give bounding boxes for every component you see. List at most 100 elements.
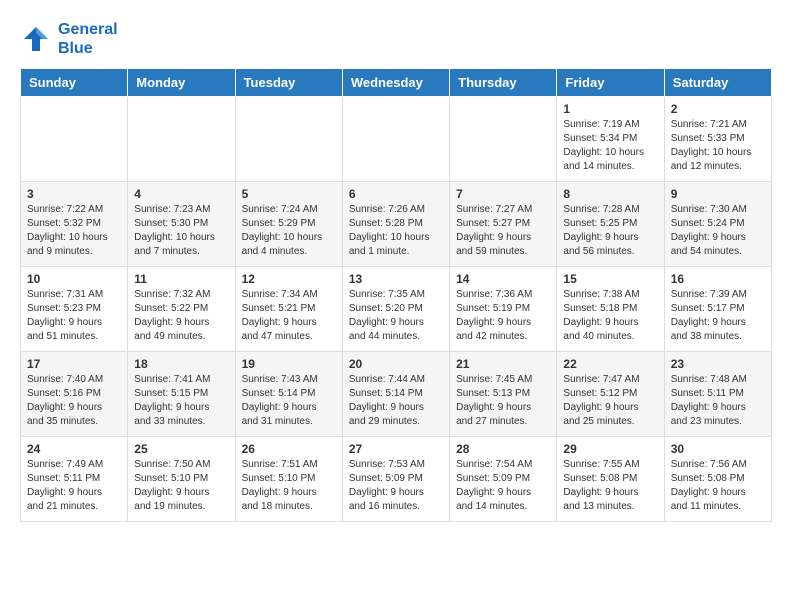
calendar-cell: 9 Sunrise: 7:30 AM Sunset: 5:24 PM Dayli… (664, 182, 771, 267)
calendar-header-saturday: Saturday (664, 69, 771, 97)
page-header: General Blue (20, 20, 772, 58)
day-info: Sunrise: 7:49 AM Sunset: 5:11 PM Dayligh… (27, 458, 121, 514)
daylight-label: Daylight: 9 hours and 27 minutes. (456, 402, 531, 427)
calendar-cell: 5 Sunrise: 7:24 AM Sunset: 5:29 PM Dayli… (235, 182, 342, 267)
sunrise-label: Sunrise: 7:47 AM (563, 374, 639, 385)
day-info: Sunrise: 7:56 AM Sunset: 5:08 PM Dayligh… (671, 458, 765, 514)
calendar-cell: 15 Sunrise: 7:38 AM Sunset: 5:18 PM Dayl… (557, 267, 664, 352)
calendar-cell: 4 Sunrise: 7:23 AM Sunset: 5:30 PM Dayli… (128, 182, 235, 267)
calendar-cell: 26 Sunrise: 7:51 AM Sunset: 5:10 PM Dayl… (235, 437, 342, 522)
sunset-label: Sunset: 5:10 PM (242, 473, 316, 484)
sunrise-label: Sunrise: 7:56 AM (671, 459, 747, 470)
day-number: 18 (134, 357, 228, 371)
day-number: 29 (563, 442, 657, 456)
calendar-cell: 20 Sunrise: 7:44 AM Sunset: 5:14 PM Dayl… (342, 352, 449, 437)
sunrise-label: Sunrise: 7:48 AM (671, 374, 747, 385)
calendar-header-thursday: Thursday (450, 69, 557, 97)
calendar-header-sunday: Sunday (21, 69, 128, 97)
day-number: 27 (349, 442, 443, 456)
sunset-label: Sunset: 5:12 PM (563, 388, 637, 399)
day-info: Sunrise: 7:31 AM Sunset: 5:23 PM Dayligh… (27, 288, 121, 344)
day-number: 11 (134, 272, 228, 286)
day-number: 9 (671, 187, 765, 201)
calendar-header-row: SundayMondayTuesdayWednesdayThursdayFrid… (21, 69, 772, 97)
sunrise-label: Sunrise: 7:50 AM (134, 459, 210, 470)
day-info: Sunrise: 7:39 AM Sunset: 5:17 PM Dayligh… (671, 288, 765, 344)
daylight-label: Daylight: 9 hours and 31 minutes. (242, 402, 317, 427)
sunset-label: Sunset: 5:19 PM (456, 303, 530, 314)
sunset-label: Sunset: 5:25 PM (563, 218, 637, 229)
calendar-cell: 18 Sunrise: 7:41 AM Sunset: 5:15 PM Dayl… (128, 352, 235, 437)
sunset-label: Sunset: 5:33 PM (671, 133, 745, 144)
calendar-cell: 25 Sunrise: 7:50 AM Sunset: 5:10 PM Dayl… (128, 437, 235, 522)
daylight-label: Daylight: 9 hours and 29 minutes. (349, 402, 424, 427)
sunrise-label: Sunrise: 7:22 AM (27, 204, 103, 215)
calendar-cell: 22 Sunrise: 7:47 AM Sunset: 5:12 PM Dayl… (557, 352, 664, 437)
daylight-label: Daylight: 9 hours and 33 minutes. (134, 402, 209, 427)
sunrise-label: Sunrise: 7:26 AM (349, 204, 425, 215)
daylight-label: Daylight: 9 hours and 23 minutes. (671, 402, 746, 427)
sunset-label: Sunset: 5:11 PM (27, 473, 100, 484)
calendar-cell (342, 97, 449, 182)
day-number: 21 (456, 357, 550, 371)
calendar-week-row: 3 Sunrise: 7:22 AM Sunset: 5:32 PM Dayli… (21, 182, 772, 267)
calendar-cell: 19 Sunrise: 7:43 AM Sunset: 5:14 PM Dayl… (235, 352, 342, 437)
calendar-week-row: 10 Sunrise: 7:31 AM Sunset: 5:23 PM Dayl… (21, 267, 772, 352)
day-info: Sunrise: 7:23 AM Sunset: 5:30 PM Dayligh… (134, 203, 228, 259)
calendar-header-friday: Friday (557, 69, 664, 97)
day-number: 4 (134, 187, 228, 201)
daylight-label: Daylight: 9 hours and 59 minutes. (456, 232, 531, 257)
day-number: 23 (671, 357, 765, 371)
daylight-label: Daylight: 10 hours and 4 minutes. (242, 232, 323, 257)
calendar-cell: 2 Sunrise: 7:21 AM Sunset: 5:33 PM Dayli… (664, 97, 771, 182)
calendar-cell (450, 97, 557, 182)
calendar-cell: 29 Sunrise: 7:55 AM Sunset: 5:08 PM Dayl… (557, 437, 664, 522)
sunset-label: Sunset: 5:28 PM (349, 218, 423, 229)
logo-text: General Blue (58, 20, 118, 58)
logo: General Blue (20, 20, 118, 58)
sunset-label: Sunset: 5:09 PM (456, 473, 530, 484)
calendar-cell: 28 Sunrise: 7:54 AM Sunset: 5:09 PM Dayl… (450, 437, 557, 522)
sunset-label: Sunset: 5:18 PM (563, 303, 637, 314)
day-info: Sunrise: 7:32 AM Sunset: 5:22 PM Dayligh… (134, 288, 228, 344)
sunrise-label: Sunrise: 7:21 AM (671, 119, 747, 130)
day-number: 25 (134, 442, 228, 456)
sunset-label: Sunset: 5:22 PM (134, 303, 208, 314)
day-info: Sunrise: 7:41 AM Sunset: 5:15 PM Dayligh… (134, 373, 228, 429)
sunrise-label: Sunrise: 7:44 AM (349, 374, 425, 385)
day-info: Sunrise: 7:40 AM Sunset: 5:16 PM Dayligh… (27, 373, 121, 429)
daylight-label: Daylight: 9 hours and 51 minutes. (27, 317, 102, 342)
calendar-cell: 17 Sunrise: 7:40 AM Sunset: 5:16 PM Dayl… (21, 352, 128, 437)
sunset-label: Sunset: 5:14 PM (349, 388, 423, 399)
calendar-cell: 30 Sunrise: 7:56 AM Sunset: 5:08 PM Dayl… (664, 437, 771, 522)
sunset-label: Sunset: 5:08 PM (671, 473, 745, 484)
day-info: Sunrise: 7:55 AM Sunset: 5:08 PM Dayligh… (563, 458, 657, 514)
day-number: 10 (27, 272, 121, 286)
day-number: 19 (242, 357, 336, 371)
logo-icon (20, 23, 52, 55)
calendar-cell: 13 Sunrise: 7:35 AM Sunset: 5:20 PM Dayl… (342, 267, 449, 352)
sunset-label: Sunset: 5:27 PM (456, 218, 530, 229)
calendar-week-row: 24 Sunrise: 7:49 AM Sunset: 5:11 PM Dayl… (21, 437, 772, 522)
day-info: Sunrise: 7:44 AM Sunset: 5:14 PM Dayligh… (349, 373, 443, 429)
sunset-label: Sunset: 5:09 PM (349, 473, 423, 484)
calendar-week-row: 1 Sunrise: 7:19 AM Sunset: 5:34 PM Dayli… (21, 97, 772, 182)
daylight-label: Daylight: 9 hours and 19 minutes. (134, 487, 209, 512)
sunrise-label: Sunrise: 7:53 AM (349, 459, 425, 470)
calendar-cell: 6 Sunrise: 7:26 AM Sunset: 5:28 PM Dayli… (342, 182, 449, 267)
sunrise-label: Sunrise: 7:19 AM (563, 119, 639, 130)
day-info: Sunrise: 7:24 AM Sunset: 5:29 PM Dayligh… (242, 203, 336, 259)
daylight-label: Daylight: 9 hours and 40 minutes. (563, 317, 638, 342)
sunrise-label: Sunrise: 7:45 AM (456, 374, 532, 385)
daylight-label: Daylight: 9 hours and 54 minutes. (671, 232, 746, 257)
day-info: Sunrise: 7:51 AM Sunset: 5:10 PM Dayligh… (242, 458, 336, 514)
calendar-cell: 1 Sunrise: 7:19 AM Sunset: 5:34 PM Dayli… (557, 97, 664, 182)
calendar-cell: 12 Sunrise: 7:34 AM Sunset: 5:21 PM Dayl… (235, 267, 342, 352)
sunrise-label: Sunrise: 7:36 AM (456, 289, 532, 300)
day-number: 16 (671, 272, 765, 286)
day-info: Sunrise: 7:35 AM Sunset: 5:20 PM Dayligh… (349, 288, 443, 344)
day-info: Sunrise: 7:45 AM Sunset: 5:13 PM Dayligh… (456, 373, 550, 429)
day-number: 7 (456, 187, 550, 201)
day-info: Sunrise: 7:50 AM Sunset: 5:10 PM Dayligh… (134, 458, 228, 514)
calendar-cell: 11 Sunrise: 7:32 AM Sunset: 5:22 PM Dayl… (128, 267, 235, 352)
